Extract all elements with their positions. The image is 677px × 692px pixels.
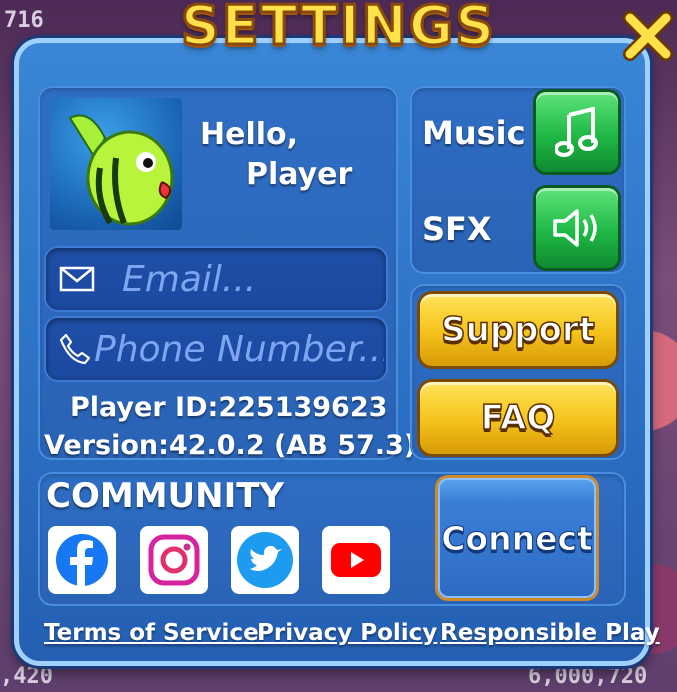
email-field[interactable] — [46, 248, 386, 310]
twitter-icon — [237, 532, 293, 588]
instagram-icon — [148, 534, 200, 586]
sfx-toggle-button[interactable] — [536, 188, 618, 268]
twitter-button[interactable] — [231, 526, 299, 594]
phone-field[interactable] — [46, 318, 386, 380]
version-text: Version:42.0.2 (AB 57.3) — [44, 430, 417, 461]
mail-icon — [59, 266, 95, 292]
facebook-button[interactable] — [48, 526, 116, 594]
greeting-line2: Player — [246, 157, 353, 192]
greeting-line1: Hello, — [200, 117, 299, 152]
phone-icon — [59, 333, 91, 365]
community-title: COMMUNITY — [46, 476, 285, 516]
avatar[interactable] — [50, 98, 182, 230]
player-id: Player ID:225139623 — [70, 392, 388, 423]
page-title: SETTINGS — [179, 0, 497, 59]
responsible-play-link[interactable]: Responsible Play — [440, 620, 660, 646]
music-label: Music — [422, 114, 526, 152]
phone-input[interactable] — [92, 327, 386, 371]
terms-of-service-link[interactable]: Terms of Service — [44, 620, 259, 646]
privacy-policy-link[interactable]: Privacy Policy — [257, 620, 437, 646]
youtube-icon — [331, 543, 381, 577]
connect-button[interactable]: Connect — [438, 478, 596, 598]
facebook-icon — [56, 534, 108, 587]
background-left-count: ,420 — [0, 664, 53, 689]
instagram-button[interactable] — [140, 526, 208, 594]
close-button[interactable] — [622, 10, 674, 62]
background-right-count: 6,000,720 — [528, 664, 648, 689]
speaker-icon — [553, 209, 597, 247]
music-note-icon — [555, 107, 598, 157]
support-button[interactable]: Support — [420, 294, 616, 366]
music-toggle-button[interactable] — [536, 92, 618, 172]
fish-avatar-icon — [68, 114, 174, 226]
youtube-button[interactable] — [322, 526, 390, 594]
email-input[interactable] — [120, 257, 386, 301]
faq-button[interactable]: FAQ — [420, 382, 616, 454]
close-icon — [623, 11, 673, 61]
sfx-label: SFX — [422, 210, 492, 248]
